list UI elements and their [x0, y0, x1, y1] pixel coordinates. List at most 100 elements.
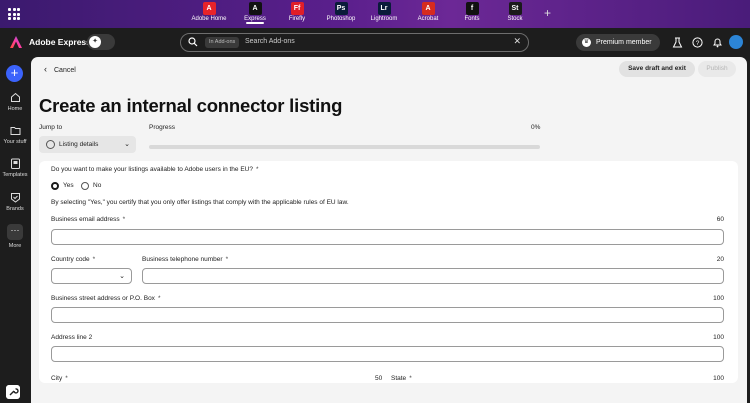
- app-stock[interactable]: St Stock: [492, 2, 538, 22]
- add-app-icon[interactable]: +: [544, 6, 551, 20]
- email-label: Business email address *: [51, 216, 126, 223]
- fonts-icon: f: [465, 2, 479, 15]
- app-label: Express: [244, 16, 266, 22]
- left-rail: + Home Your stuff Templates Brands ··· M…: [0, 57, 30, 403]
- phone-char-limit: 20: [716, 256, 724, 263]
- rail-item-label: Home: [7, 106, 23, 112]
- country-code-label: Country code *: [51, 256, 96, 263]
- save-draft-button[interactable]: Save draft and exit: [619, 61, 695, 77]
- stock-icon: St: [508, 2, 522, 15]
- app-grid-icon[interactable]: [8, 8, 20, 20]
- app-switcher-bar: A Adobe Home A Express Ff Firefly Ps Photoshop L…: [0, 0, 750, 28]
- rail-item-more[interactable]: ··· More: [0, 224, 30, 249]
- rail-item-home[interactable]: Home: [0, 92, 30, 112]
- templates-icon: [10, 158, 20, 169]
- check-circle-icon: [46, 140, 55, 149]
- city-char-limit: 50: [375, 375, 383, 382]
- learn-icon[interactable]: [672, 37, 683, 48]
- rail-item-label: More: [8, 243, 22, 249]
- radio-unselected-icon: [81, 182, 89, 190]
- radio-yes-label: Yes: [63, 182, 74, 189]
- jump-selected-value: Listing details: [59, 141, 99, 148]
- home-icon: [10, 92, 20, 102]
- street-char-limit: 100: [713, 295, 724, 302]
- notifications-icon[interactable]: [712, 37, 723, 48]
- city-label: City *: [51, 375, 68, 382]
- page-title: Create an internal connector listing: [39, 95, 343, 116]
- app-label: Acrobat: [417, 16, 439, 22]
- photoshop-icon: Ps: [334, 2, 348, 15]
- developer-tools-icon[interactable]: [6, 385, 20, 399]
- rail-item-label: Your stuff: [3, 139, 27, 145]
- state-label: State *: [391, 375, 412, 382]
- phone-field[interactable]: [142, 268, 724, 284]
- app-header: Adobe Express ✦ In Add-ons Search Add-on…: [0, 28, 750, 57]
- publish-button[interactable]: Publish: [698, 61, 736, 77]
- radio-no-label: No: [93, 182, 102, 189]
- rail-item-label: Templates: [2, 172, 28, 178]
- rail-item-your-stuff[interactable]: Your stuff: [0, 125, 30, 145]
- app-express[interactable]: A Express: [232, 2, 278, 24]
- country-code-select[interactable]: ⌄: [51, 268, 132, 284]
- address-line-2-label: Address line 2: [51, 334, 93, 341]
- app-label: Adobe Home: [191, 16, 227, 22]
- app-label: Firefly: [288, 16, 306, 22]
- app-acrobat[interactable]: A Acrobat: [405, 2, 451, 22]
- chevron-down-icon: ⌄: [124, 141, 130, 148]
- address-line-2-field[interactable]: [51, 346, 724, 362]
- jump-to-label: Jump to: [39, 124, 63, 131]
- required-mark: *: [255, 166, 259, 173]
- app-firefly[interactable]: Ff Firefly: [274, 2, 320, 22]
- state-char-limit: 100: [713, 375, 724, 382]
- jump-to-select[interactable]: Listing details ⌄: [39, 136, 136, 153]
- email-char-limit: 60: [716, 216, 724, 223]
- rail-item-label: Brands: [6, 206, 24, 212]
- street-address-field[interactable]: [51, 307, 724, 323]
- listing-details-form: Do you want to make your listings availa…: [39, 161, 738, 383]
- rail-item-brands[interactable]: Brands: [0, 192, 30, 212]
- svg-text:?: ?: [696, 40, 700, 47]
- email-field[interactable]: [51, 229, 724, 245]
- premium-member-button[interactable]: ♛ Premium member: [576, 34, 660, 51]
- search-bar[interactable]: In Add-ons Search Add-ons ✕: [180, 33, 529, 52]
- create-new-button[interactable]: +: [6, 65, 23, 82]
- app-photoshop[interactable]: Ps Photoshop: [318, 2, 364, 22]
- theme-toggle[interactable]: ✦: [87, 34, 115, 50]
- brands-icon: [10, 193, 20, 203]
- eu-question: Do you want to make your listings availa…: [51, 166, 259, 173]
- crown-icon: ♛: [582, 38, 591, 47]
- firefly-icon: Ff: [290, 2, 304, 15]
- progress-percent: 0%: [531, 124, 541, 131]
- main-panel: ‹ Cancel Save draft and exit Publish Crea…: [31, 57, 747, 403]
- progress-bar: [149, 145, 540, 149]
- app-label: Stock: [507, 16, 523, 22]
- brand-name: Adobe Express: [29, 37, 91, 47]
- address2-char-limit: 100: [713, 334, 724, 341]
- clear-search-icon[interactable]: ✕: [513, 36, 521, 47]
- cancel-button[interactable]: ‹ Cancel: [44, 64, 76, 74]
- app-adobe-home[interactable]: A Adobe Home: [186, 2, 232, 22]
- app-lightroom[interactable]: Lr Lightroom: [361, 2, 407, 22]
- search-scope-chip[interactable]: In Add-ons: [205, 37, 240, 48]
- adobe-express-logo[interactable]: [9, 35, 23, 49]
- radio-selected-icon: [51, 182, 59, 190]
- street-label: Business street address or P.O. Box *: [51, 295, 161, 302]
- premium-label: Premium member: [596, 39, 652, 46]
- progress-label: Progress: [149, 124, 176, 131]
- express-icon: A: [248, 2, 262, 15]
- search-input[interactable]: Search Add-ons: [245, 38, 295, 45]
- search-icon: [188, 37, 198, 47]
- app-label: Fonts: [464, 16, 480, 22]
- app-label: Lightroom: [370, 16, 398, 22]
- acrobat-icon: A: [421, 2, 435, 15]
- folder-icon: [10, 127, 20, 135]
- adobe-home-icon: A: [202, 2, 216, 15]
- chevron-down-icon: ⌄: [119, 273, 125, 280]
- app-label: Photoshop: [326, 16, 356, 22]
- app-fonts[interactable]: f Fonts: [449, 2, 495, 22]
- help-icon[interactable]: ?: [692, 37, 703, 48]
- avatar[interactable]: [729, 35, 743, 49]
- more-icon: ···: [7, 224, 23, 240]
- rail-item-templates[interactable]: Templates: [0, 158, 30, 178]
- phone-label: Business telephone number *: [142, 256, 229, 263]
